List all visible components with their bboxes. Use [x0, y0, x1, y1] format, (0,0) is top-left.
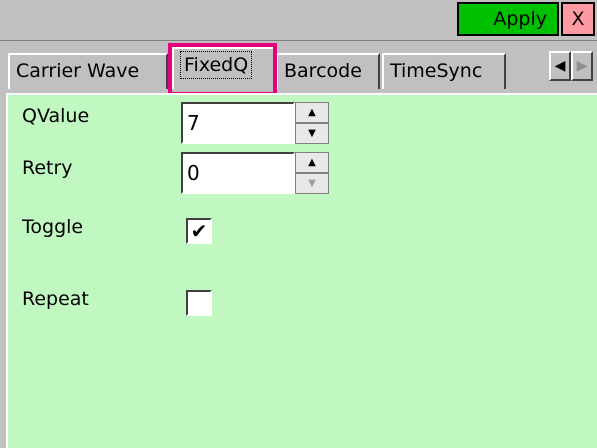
tab-timesync[interactable]: TimeSync [382, 53, 506, 89]
tab-label: TimeSync [390, 60, 483, 82]
title-bar: Apply X [0, 0, 597, 41]
fixedq-panel [6, 93, 597, 448]
up-arrow-icon: ▲ [308, 107, 316, 118]
tab-carrier-wave[interactable]: Carrier Wave [8, 53, 168, 89]
repeat-checkbox[interactable] [186, 290, 212, 316]
tab-scroll-right-button[interactable]: ▶ [571, 51, 593, 81]
toggle-checkbox[interactable]: ✔ [186, 218, 212, 244]
retry-down-button[interactable]: ▼ [295, 173, 329, 194]
tab-label: FixedQ [180, 51, 253, 79]
tab-label: Carrier Wave [16, 60, 140, 82]
qvalue-down-button[interactable]: ▼ [295, 123, 329, 144]
down-arrow-icon: ▼ [308, 178, 316, 189]
tab-barcode[interactable]: Barcode [276, 53, 380, 89]
tab-label: Barcode [284, 60, 362, 82]
down-arrow-icon: ▼ [308, 128, 316, 139]
qvalue-input[interactable]: 7 [181, 102, 295, 144]
retry-up-button[interactable]: ▲ [295, 152, 329, 173]
qvalue-label: QValue [22, 105, 90, 127]
retry-label: Retry [22, 157, 73, 179]
tab-scroll-left-button[interactable]: ◀ [549, 51, 571, 81]
checkmark-icon: ✔ [190, 219, 208, 243]
close-button[interactable]: X [561, 2, 595, 36]
toggle-label: Toggle [22, 216, 84, 238]
left-arrow-icon: ◀ [554, 58, 566, 74]
apply-button[interactable]: Apply [457, 2, 559, 36]
retry-input[interactable]: 0 [181, 152, 295, 194]
up-arrow-icon: ▲ [308, 157, 316, 168]
repeat-label: Repeat [22, 288, 89, 310]
tab-fixedq[interactable]: FixedQ [172, 47, 276, 89]
right-arrow-icon: ▶ [576, 58, 588, 74]
qvalue-up-button[interactable]: ▲ [295, 102, 329, 123]
tab-strip: Carrier Wave FixedQ Barcode TimeSync [0, 41, 597, 93]
